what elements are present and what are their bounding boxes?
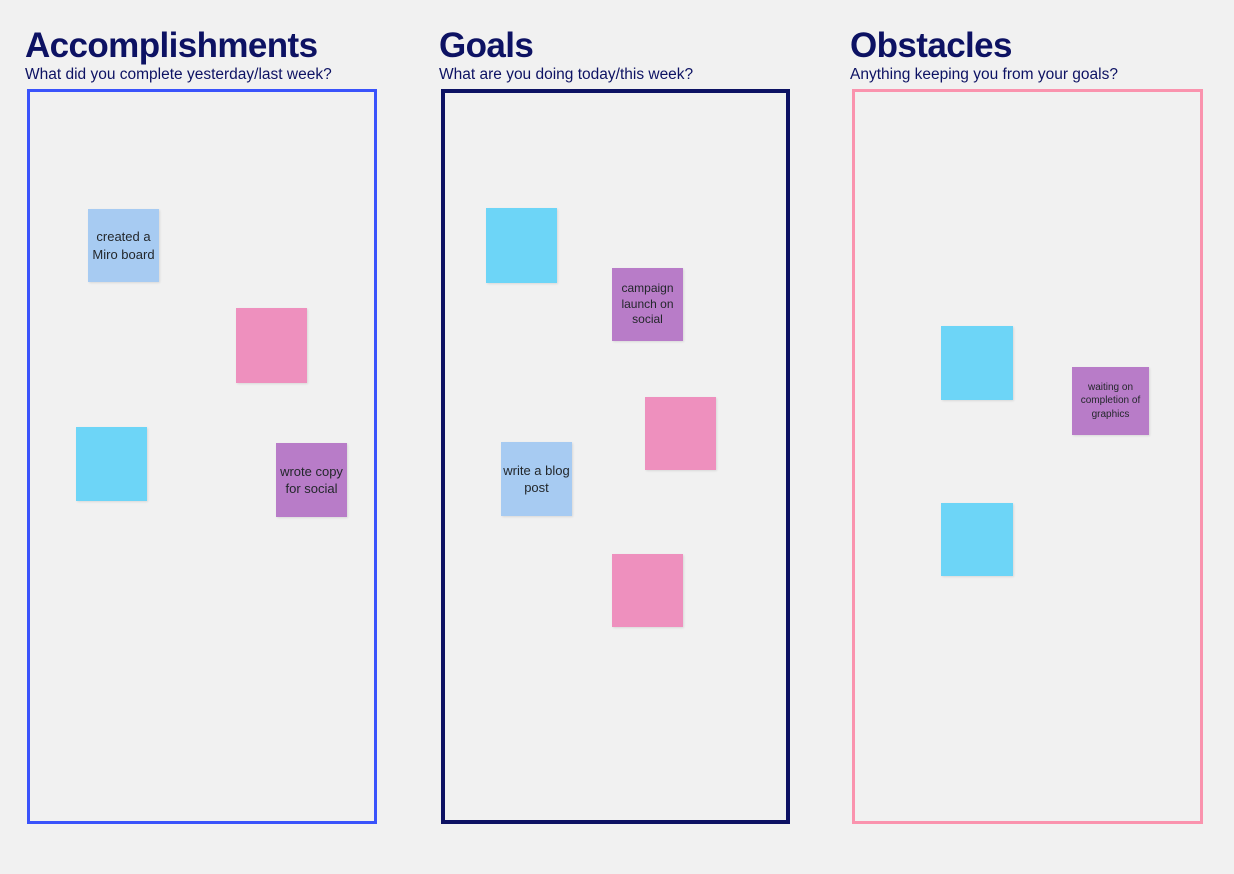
frame-goals[interactable] xyxy=(441,89,790,824)
column-subtitle-accomplishments: What did you complete yesterday/last wee… xyxy=(25,66,332,83)
sticky-note[interactable]: write a blog post xyxy=(501,442,572,516)
sticky-note-blank[interactable] xyxy=(236,308,307,383)
standup-board: Accomplishments What did you complete yes… xyxy=(0,0,1234,874)
frame-obstacles[interactable] xyxy=(852,89,1203,824)
column-title-accomplishments: Accomplishments xyxy=(25,26,318,65)
sticky-note[interactable]: waiting on completion of graphics xyxy=(1072,367,1149,435)
sticky-note-text: wrote copy for social xyxy=(280,463,343,496)
column-title-goals: Goals xyxy=(439,26,534,65)
sticky-note[interactable]: wrote copy for social xyxy=(276,443,347,517)
sticky-note-blank[interactable] xyxy=(612,554,683,627)
column-obstacles: Obstacles Anything keeping you from your … xyxy=(850,28,1118,83)
sticky-note-text: write a blog post xyxy=(503,462,570,495)
sticky-note-blank[interactable] xyxy=(941,326,1013,400)
sticky-note-text: waiting on completion of graphics xyxy=(1080,382,1141,420)
sticky-note-blank[interactable] xyxy=(486,208,557,283)
sticky-note-text: campaign launch on social xyxy=(621,280,674,327)
sticky-note-text: created a Miro board xyxy=(92,229,155,262)
sticky-note[interactable]: created a Miro board xyxy=(88,209,159,282)
sticky-note-blank[interactable] xyxy=(76,427,147,501)
column-subtitle-obstacles: Anything keeping you from your goals? xyxy=(850,66,1118,83)
column-title-obstacles: Obstacles xyxy=(850,26,1013,65)
column-accomplishments: Accomplishments What did you complete yes… xyxy=(25,28,332,83)
sticky-note[interactable]: campaign launch on social xyxy=(612,268,683,341)
column-subtitle-goals: What are you doing today/this week? xyxy=(439,66,694,83)
sticky-note-blank[interactable] xyxy=(941,503,1013,576)
column-goals: Goals What are you doing today/this week? xyxy=(439,28,693,83)
sticky-note-blank[interactable] xyxy=(645,397,716,470)
